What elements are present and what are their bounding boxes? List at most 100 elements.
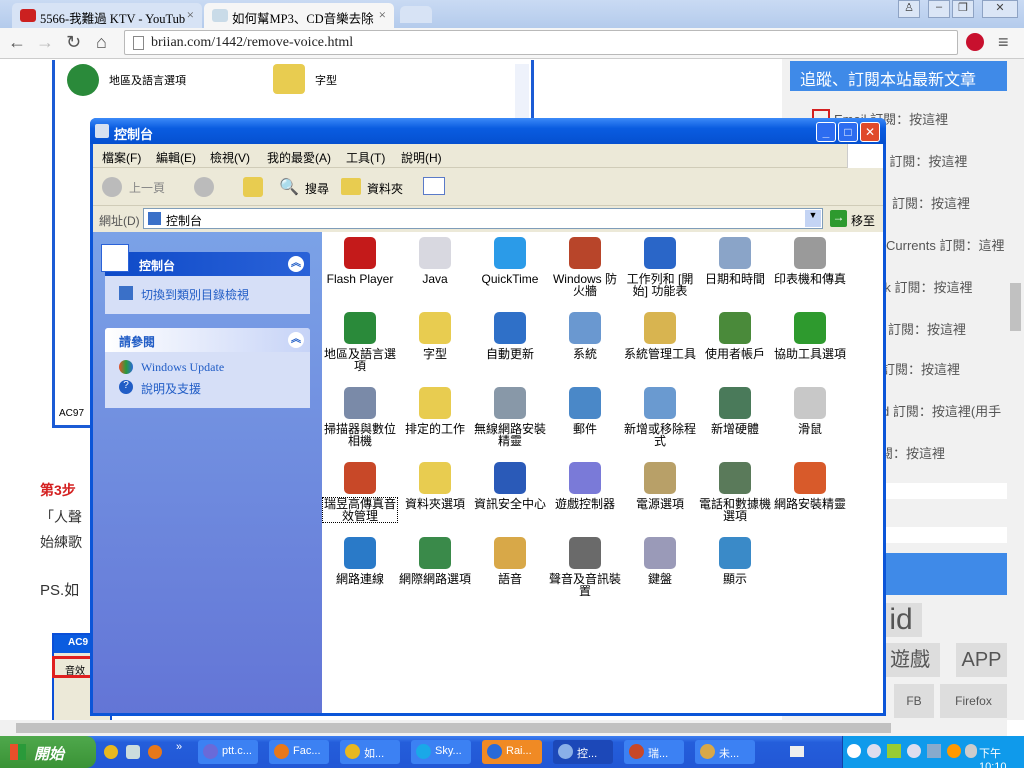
control-panel-item[interactable]: 網路安裝精靈	[773, 462, 847, 510]
go-arrow-icon[interactable]: →	[830, 210, 847, 227]
tray-icon[interactable]	[907, 744, 921, 758]
horizontal-scrollbar[interactable]	[0, 720, 1007, 736]
control-panel-item[interactable]: 網路連線	[323, 537, 397, 585]
tray-icon[interactable]	[867, 744, 881, 758]
taskbar-button[interactable]: 瑞...	[624, 740, 684, 764]
control-panel-item[interactable]: 滑鼠	[773, 387, 847, 435]
quicklaunch-icon[interactable]	[126, 745, 140, 759]
keyboard-icon[interactable]	[790, 746, 804, 757]
close-button[interactable]: ✕	[982, 0, 1018, 18]
input-box[interactable]	[882, 527, 1007, 543]
chevron-down-icon[interactable]: ▼	[805, 210, 821, 227]
subscribe-link[interactable]: 訂閱：按這裡	[882, 359, 960, 378]
input-box[interactable]	[882, 483, 1007, 499]
firefox-icon[interactable]	[148, 745, 162, 759]
taskbar-button[interactable]: Sky...	[411, 740, 471, 764]
start-button[interactable]: 開始	[0, 736, 96, 768]
control-panel-item[interactable]: 聲音及音訊裝置	[548, 537, 622, 597]
control-panel-item[interactable]: 資料夾選項	[398, 462, 472, 510]
control-panel-item[interactable]: 新增或移除程式	[623, 387, 697, 447]
back-button[interactable]: 上一頁	[129, 179, 165, 196]
control-panel-item[interactable]: Flash Player	[323, 237, 397, 285]
menu-icon[interactable]: ≡	[998, 32, 1009, 53]
control-panel-item[interactable]: 網際網路選項	[398, 537, 472, 585]
control-panel-item[interactable]: 資訊安全中心	[473, 462, 547, 510]
control-panel-item[interactable]: 字型	[398, 312, 472, 360]
tag-button[interactable]: FB	[894, 684, 934, 718]
scrollbar-thumb[interactable]	[16, 723, 891, 733]
address-bar[interactable]: briian.com/1442/remove-voice.html	[124, 30, 958, 55]
tab-briian[interactable]: 如何幫MP3、CD音樂去除 ×	[204, 3, 394, 28]
tray-icon[interactable]	[965, 744, 977, 758]
subscribe-link[interactable]: d 訂閱：按這裡(用手	[882, 401, 1001, 420]
subscribe-link[interactable]: ok 訂閱：按這裡	[872, 151, 967, 170]
control-panel-item[interactable]: 郵件	[548, 387, 622, 435]
vertical-scrollbar[interactable]	[1007, 59, 1024, 720]
subscribe-link[interactable]: 訂閱：按這裡	[892, 193, 970, 212]
control-panel-item[interactable]: 無線網路安裝精靈	[473, 387, 547, 447]
control-panel-item[interactable]: 自動更新	[473, 312, 547, 360]
control-panel-item[interactable]: 電話和數據機選項	[698, 462, 772, 522]
control-panel-item[interactable]: 電源選項	[623, 462, 697, 510]
panel-header[interactable]: 控制台 ︽	[105, 252, 310, 276]
close-icon[interactable]: ×	[379, 7, 386, 23]
control-panel-item[interactable]: 語音	[473, 537, 547, 585]
control-panel-item[interactable]: 日期和時間	[698, 237, 772, 285]
menu-tools[interactable]: 工具(T)	[346, 149, 385, 166]
restore-button[interactable]: ❐	[952, 0, 974, 18]
control-panel-item[interactable]: 協助工具選項	[773, 312, 847, 360]
quicklaunch-more[interactable]: »	[176, 741, 182, 753]
minimize-button[interactable]: _	[816, 122, 836, 142]
menu-file[interactable]: 檔案(F)	[102, 149, 141, 166]
up-folder-icon[interactable]	[243, 177, 263, 197]
taskbar-button[interactable]: Rai...	[482, 740, 542, 764]
control-panel-item[interactable]: 系統管理工具	[623, 312, 697, 360]
taskbar-button[interactable]: 如...	[340, 740, 400, 764]
taskbar-button[interactable]: 控...	[553, 740, 613, 764]
control-panel-item[interactable]: 鍵盤	[623, 537, 697, 585]
collapse-icon[interactable]: ︽	[288, 256, 304, 272]
submit-button[interactable]	[882, 553, 1007, 595]
control-panel-item[interactable]: 系統	[548, 312, 622, 360]
new-tab-button[interactable]	[400, 6, 432, 23]
maximize-button[interactable]: □	[838, 122, 858, 142]
minimize-button[interactable]: –	[928, 0, 950, 18]
tag-button[interactable]: 遊戲	[880, 643, 940, 677]
taskbar-button[interactable]: 未...	[695, 740, 755, 764]
close-icon[interactable]: ×	[187, 7, 194, 23]
tray-icon[interactable]	[927, 744, 941, 758]
tag-button[interactable]: id	[880, 603, 922, 637]
tray-icon[interactable]	[887, 744, 901, 758]
windows-update-link[interactable]: Windows Update	[141, 360, 224, 375]
control-panel-item[interactable]: 遊戲控制器	[548, 462, 622, 510]
close-button[interactable]: ✕	[860, 122, 880, 142]
taskbar-button[interactable]: ptt.c...	[198, 740, 258, 764]
menu-favorites[interactable]: 我的最愛(A)	[267, 149, 331, 166]
back-icon[interactable]: ←	[8, 32, 26, 53]
subscribe-link[interactable]: 訂閱：按這裡	[888, 319, 966, 338]
window-titlebar[interactable]: 控制台 _ □ ✕	[90, 118, 886, 144]
go-button[interactable]: 移至	[851, 212, 875, 229]
back-icon[interactable]	[102, 177, 122, 197]
tray-icon[interactable]	[847, 744, 861, 758]
menu-help[interactable]: 說明(H)	[401, 149, 442, 166]
control-panel-item[interactable]: 地區及語言選項	[323, 312, 397, 372]
control-panel-item[interactable]: 掃描器與數位相機	[323, 387, 397, 447]
tag-button[interactable]: APP	[956, 643, 1007, 677]
search-button[interactable]: 搜尋	[305, 180, 329, 197]
reload-icon[interactable]: ↻	[66, 32, 81, 53]
forward-icon[interactable]	[194, 177, 214, 197]
search-icon[interactable]: 🔍	[279, 177, 299, 197]
folders-button[interactable]: 資料夾	[367, 180, 403, 197]
taskbar-button[interactable]: Fac...	[269, 740, 329, 764]
home-icon[interactable]: ⌂	[96, 32, 107, 53]
control-panel-item[interactable]: QuickTime	[473, 237, 547, 285]
subscribe-link[interactable]: 閱：按這裡	[880, 443, 945, 462]
subscribe-link[interactable]: rk 訂閱：按這裡	[880, 277, 972, 296]
control-panel-item[interactable]: 工作列和 [開始] 功能表	[623, 237, 697, 297]
address-input[interactable]: 控制台 ▼	[143, 208, 823, 229]
control-panel-item[interactable]: 排定的工作	[398, 387, 472, 435]
help-support-link[interactable]: 說明及支援	[141, 380, 201, 397]
control-panel-item[interactable]: Java	[398, 237, 472, 285]
control-panel-item[interactable]: 新增硬體	[698, 387, 772, 435]
